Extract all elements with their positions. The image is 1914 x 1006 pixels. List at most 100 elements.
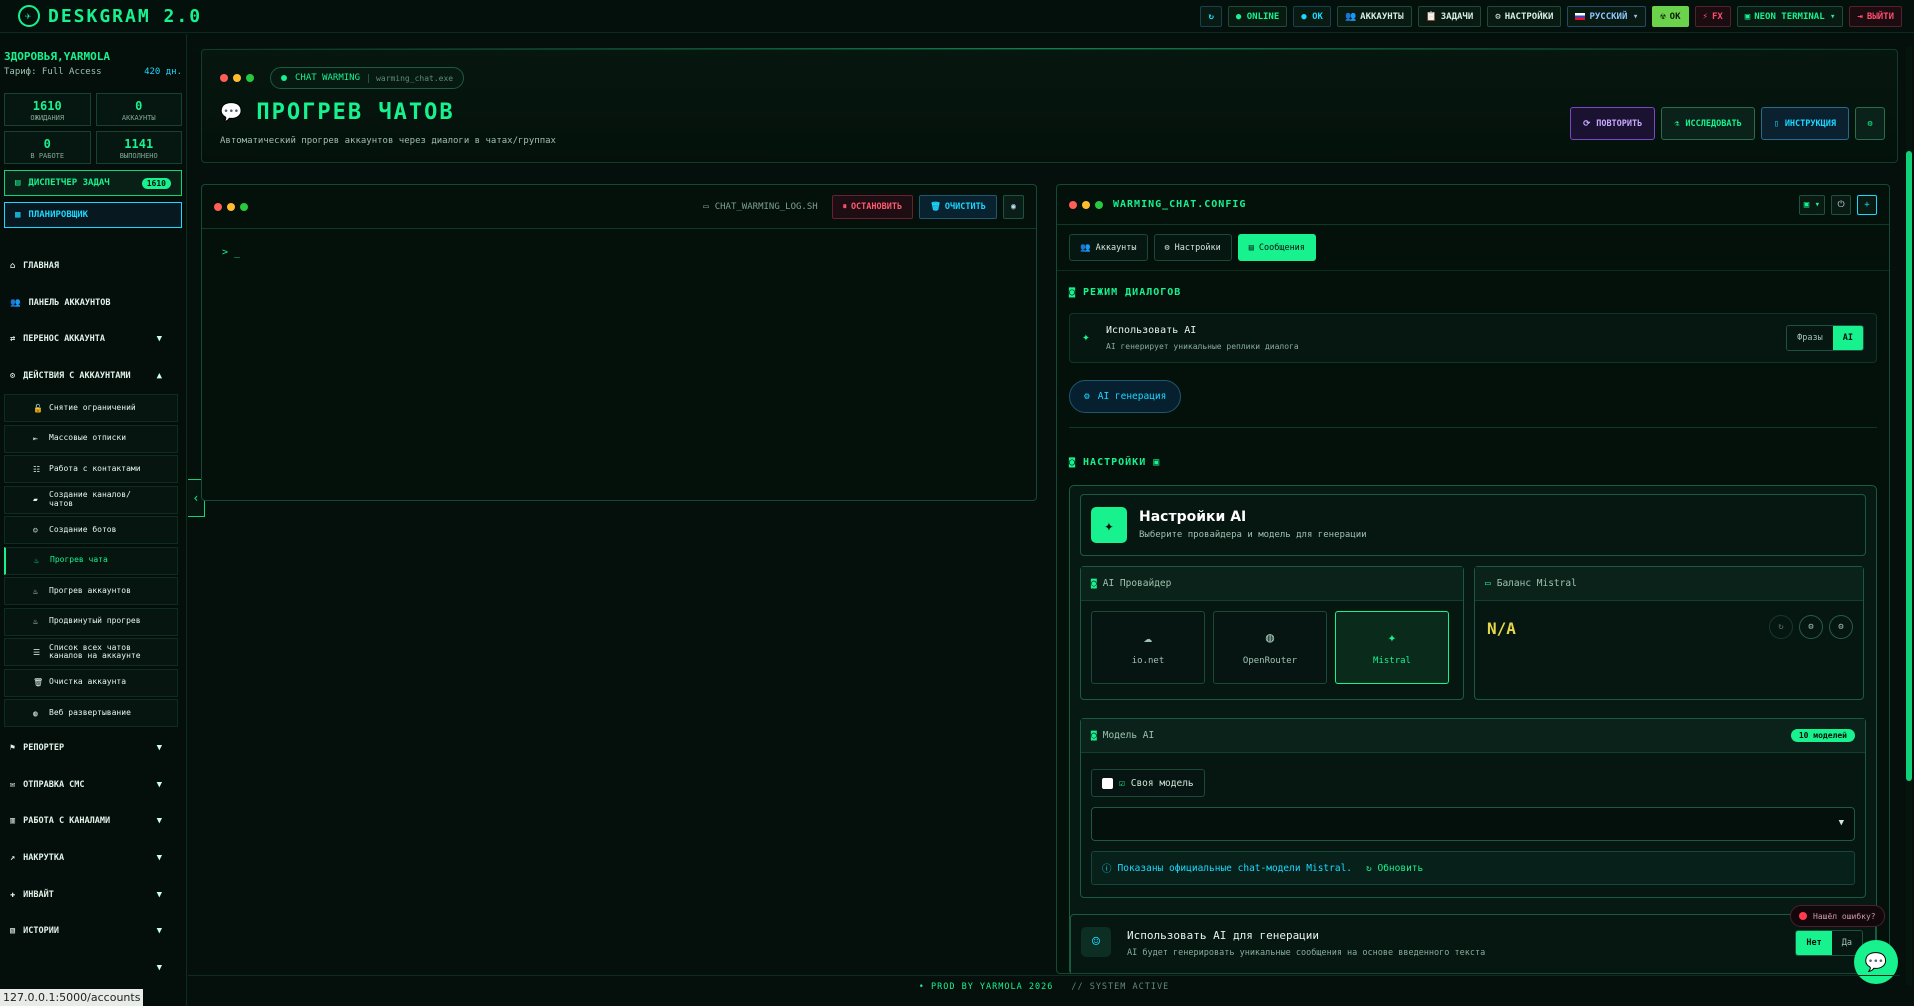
provider-card-header: ◙ AI Провайдер [1081, 567, 1463, 601]
tab-accounts[interactable]: 👥 Аккаунты [1069, 234, 1148, 261]
sidebar-item-home[interactable]: ⌂ ГЛАВНАЯ [0, 248, 186, 285]
sparkle-icon: ✦ [1091, 507, 1127, 543]
refresh-balance-button[interactable]: ↻ [1769, 615, 1793, 639]
chevron-left-icon: ‹ [192, 491, 200, 505]
reset-button[interactable]: ⏻ [1831, 194, 1851, 215]
brand[interactable]: ✈ DESKGRAM 2.0 [0, 5, 202, 27]
logout-button[interactable]: ⇥ ВЫЙТИ [1849, 6, 1902, 27]
fx-button[interactable]: ⚡ FX [1694, 6, 1731, 27]
chevron-down-icon: ▼ [156, 743, 162, 754]
report-bug-button[interactable]: Нашёл ошибку? [1790, 905, 1885, 927]
robot-icon: ◙ [1069, 287, 1077, 298]
dispatcher-count: 1610 [141, 177, 171, 189]
refresh-models-link[interactable]: ↻ Обновить [1366, 863, 1423, 874]
provider-openrouter-option[interactable]: ◍ OpenRouter [1213, 611, 1327, 684]
scheduler-button[interactable]: ▦ ПЛАНИРОВЩИК [4, 202, 182, 228]
terminal-bar: ▭ CHAT_WARMING_LOG.SH ⏸ ОСТАНОВИТЬ 🗑 ОЧИСТИ… [202, 185, 1036, 229]
submenu-item-web-deploy[interactable]: ◍ Веб развертывание [4, 699, 178, 728]
page-scrollbar[interactable] [1906, 46, 1912, 986]
sidebar-item-channels[interactable]: ▥ РАБОТА С КАНАЛАМИ ▼ [0, 803, 186, 840]
tab-messages[interactable]: ▤ Сообщения [1237, 234, 1316, 261]
submenu-item-contacts[interactable]: ☷ Работа с контактами [4, 455, 178, 484]
model-info: ⓘ Показаны официальные chat-модели Mistr… [1091, 851, 1855, 885]
plan-label: Тариф: Full Access [4, 67, 102, 77]
sidebar-item-more[interactable]: ▼ [0, 949, 186, 986]
submenu-item-create-bots[interactable]: ☺ Создание ботов [4, 516, 178, 545]
sidebar-item-reporter[interactable]: ⚑ РЕПОРТЕР ▼ [0, 730, 186, 767]
header-settings-button[interactable]: ⚙ [1855, 107, 1885, 140]
explore-button[interactable]: ⚗ ИССЛЕДОВАТЬ [1661, 107, 1755, 140]
sidebar-item-stories[interactable]: ▧ ИСТОРИИ ▼ [0, 913, 186, 950]
robot-icon: ◙ [1091, 730, 1097, 741]
sidebar-item-account-transfer[interactable]: ⇄ ПЕРЕНОС АККАУНТА ▼ [0, 321, 186, 358]
clear-button[interactable]: 🗑 ОЧИСТИТЬ [919, 194, 997, 219]
mode-phrases-option[interactable]: Фразы [1787, 326, 1833, 350]
sidebar-item-sms[interactable]: ✉ ОТПРАВКА СМС ▼ [0, 766, 186, 803]
add-button[interactable]: + [1857, 194, 1877, 215]
own-model-toggle[interactable]: ☑ Своя модель [1091, 769, 1205, 797]
theme-select[interactable]: ▣ NEON TERMINAL ▾ [1736, 6, 1844, 27]
repeat-button[interactable]: ⟳ ПОВТОРИТЬ [1570, 107, 1656, 140]
chevron-down-icon: ▼ [156, 962, 162, 973]
sidebar-item-boost[interactable]: ↗ НАКРУТКА ▼ [0, 840, 186, 877]
settings-button[interactable]: ⚙ НАСТРОЙКИ [1487, 6, 1562, 27]
chat-bubble-icon: 💬 [220, 102, 245, 123]
task-dispatcher-button[interactable]: ▤ ДИСПЕТЧЕР ЗАДАЧ 1610 [4, 170, 182, 196]
pause-icon: ⏸ [842, 201, 847, 212]
use-ai-gen-card: ☺ Использовать AI для генерации AI будет… [1070, 914, 1876, 973]
list-icon: ☰ [33, 647, 41, 657]
refresh-button[interactable]: ↻ [1200, 6, 1222, 27]
sidebar-item-account-actions[interactable]: ⚙ ДЕЙСТВИЯ С АККАУНТАМИ ▲ [0, 358, 186, 395]
language-select[interactable]: РУССКИЙ ▾ [1567, 6, 1647, 27]
own-model-checkbox[interactable] [1102, 777, 1113, 789]
dot-yellow [1082, 200, 1090, 209]
config-title: WARMING_CHAT.CONFIG [1113, 199, 1247, 210]
balance-config-button[interactable]: ⚙ [1829, 615, 1853, 639]
submenu-item-chat-warming[interactable]: ♨ Прогрев чата [4, 546, 178, 575]
footer-prod: • PROD BY YARMOLA 2026 [918, 981, 1054, 992]
submenu-item-advanced-warming[interactable]: ♨ Продвинутый прогрев [4, 607, 178, 636]
scrollbar-thumb[interactable] [1906, 151, 1912, 781]
submenu-item-account-cleanup[interactable]: 🗑 Очистка аккаунта [4, 668, 178, 697]
balance-settings-button[interactable]: ⚙ [1799, 615, 1823, 639]
stat-done: 1141 ВЫПОЛНЕНО [95, 131, 182, 164]
model-select[interactable]: ▼ [1091, 807, 1855, 841]
plan-row: Тариф: Full Access 420 дн. [4, 67, 182, 77]
save-preset-button[interactable]: ▣ ▾ [1798, 194, 1825, 215]
chevron-down-icon: ▼ [156, 779, 162, 790]
plus-icon: + [1864, 199, 1870, 210]
bolt-icon: ⚡ [1702, 11, 1708, 22]
submenu-item-create-channels[interactable]: ▰ Создание каналов/чатов [4, 485, 178, 514]
flag-ru-icon [1575, 13, 1586, 20]
book-icon: ▯ [1773, 118, 1779, 129]
stop-button[interactable]: ⏸ ОСТАНОВИТЬ [831, 194, 914, 219]
mode-ai-option[interactable]: AI [1832, 326, 1863, 350]
submenu-item-chat-list[interactable]: ☰ Список всех чатов каналов на аккаунте [4, 638, 178, 667]
ai-gen-no-option[interactable]: Нет [1796, 931, 1832, 955]
tasks-button[interactable]: 📋 ЗАДАЧИ [1417, 6, 1482, 27]
provider-ionet-option[interactable]: ☁ io.net [1091, 611, 1205, 684]
submenu-item-unlock[interactable]: 🔓 Снятие ограничений [4, 394, 178, 423]
terminal-prompt[interactable]: > _ [202, 229, 1036, 276]
submenu-item-account-warming[interactable]: ♨ Прогрев аккаунтов [4, 577, 178, 606]
toggle-view-button[interactable]: ◉ [1002, 194, 1024, 219]
ai-generation-button[interactable]: ⚙ AI генерация [1069, 380, 1182, 413]
header-actions: ⟳ ПОВТОРИТЬ ⚗ ИССЛЕДОВАТЬ ▯ ИНСТРУКЦИЯ ⚙ [1570, 107, 1885, 140]
terminal-icon: ▭ [703, 201, 709, 212]
provider-mistral-option[interactable]: ✦ Mistral [1335, 611, 1449, 684]
users-icon: 👥 [1344, 11, 1357, 22]
sidebar-item-invite[interactable]: ✚ ИНВАЙТ ▼ [0, 876, 186, 913]
ok-button[interactable]: ☢ OK [1652, 6, 1689, 27]
sidebar-item-accounts-panel[interactable]: 👥 ПАНЕЛЬ АККАУНТОВ [0, 285, 186, 322]
tab-settings[interactable]: ⚙ Настройки [1153, 234, 1232, 261]
config-tabs: 👥 Аккаунты ⚙ Настройки ▤ Сообщения [1057, 225, 1889, 271]
power-icon: ⏻ [1837, 199, 1845, 210]
terminal-icon: ▣ [1153, 457, 1161, 468]
instruction-button[interactable]: ▯ ИНСТРУКЦИЯ [1760, 107, 1849, 140]
accounts-button[interactable]: 👥 АККАУНТЫ [1336, 6, 1412, 27]
submenu-item-mass-unsubscribe[interactable]: ⇤ Массовые отписки [4, 424, 178, 453]
dot-yellow [227, 202, 235, 211]
building-icon: ▥ [10, 816, 16, 827]
film-icon: ▧ [10, 926, 16, 937]
model-card: ◙ Модель AI 10 моделей ☑ Своя модель ▼ ⓘ … [1080, 718, 1866, 898]
